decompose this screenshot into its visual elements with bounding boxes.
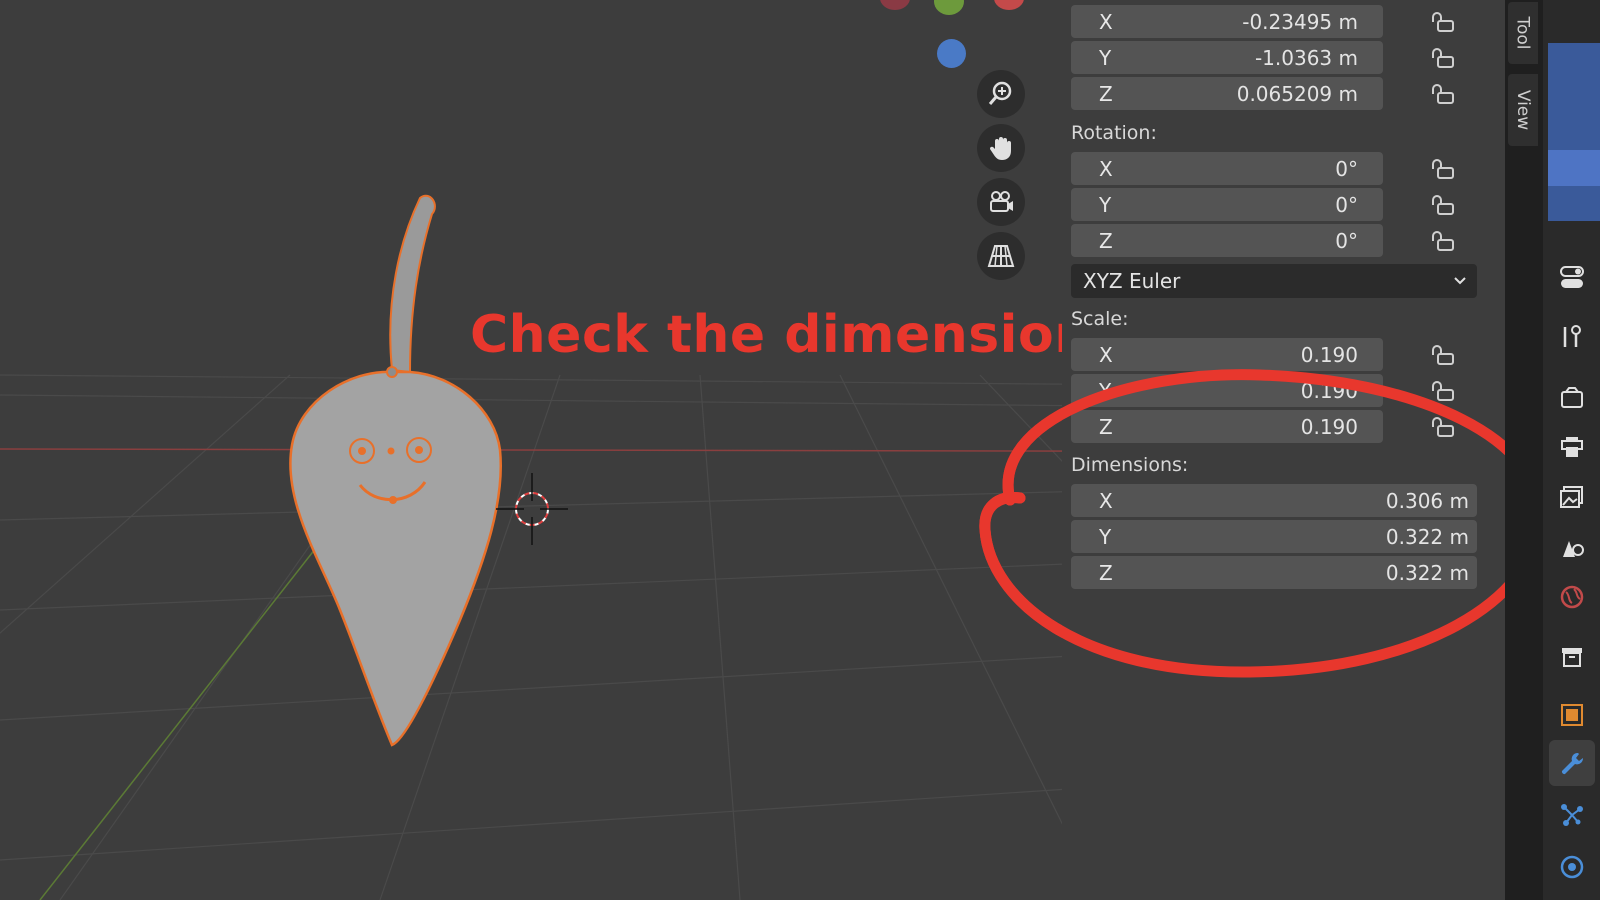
zoom-button[interactable] [977,70,1025,118]
field-value: 0° [1335,156,1358,181]
camera-view-button[interactable] [977,178,1025,226]
output-tab[interactable] [1557,432,1587,462]
field-label: Z [1099,81,1113,106]
field-label: Y [1099,45,1112,70]
field-label: Y [1099,378,1112,403]
rotation-x-field[interactable]: X 0° [1071,152,1383,185]
pepper-object [289,194,502,747]
wrench-icon [1561,752,1584,775]
scene-tab[interactable] [1557,532,1587,562]
field-value: 0.190 [1300,378,1358,403]
lock-icon[interactable] [1429,11,1455,33]
image-stack-icon [1560,486,1583,508]
field-value: 0.322 m [1385,524,1469,549]
scale-label: Scale: [1071,308,1129,330]
collection-tab[interactable] [1557,642,1587,672]
field-label: X [1099,156,1113,181]
pan-button[interactable] [977,124,1025,172]
tools-icon [1563,325,1581,347]
rotation-y-field[interactable]: Y 0° [1071,188,1383,221]
camera-icon [990,191,1013,212]
rotation-z-field[interactable]: Z 0° [1071,224,1383,257]
field-value: 0.190 [1300,414,1358,439]
lock-icon[interactable] [1429,47,1455,69]
physics-icon [1560,855,1584,879]
perspective-toggle-button[interactable] [977,232,1025,280]
properties-editor-tabs [1543,0,1600,900]
annotation-text: Check the dimensions [470,305,1124,365]
modifier-tab[interactable] [1557,748,1587,778]
gizmo-z-dot[interactable] [937,39,966,68]
scale-z-field[interactable]: Z 0.190 [1071,410,1383,443]
world-tab[interactable] [1557,582,1587,612]
grid-perspective-icon [987,245,1015,267]
lock-icon[interactable] [1429,83,1455,105]
tab-tool[interactable]: Tool [1508,2,1538,64]
box-icon [1562,648,1582,667]
field-value: 0.322 m [1385,560,1469,585]
field-label: Z [1099,560,1113,585]
lock-icon[interactable] [1429,158,1455,180]
render-tab[interactable] [1557,382,1587,412]
dimensions-label: Dimensions: [1071,454,1189,476]
particles-icon [1561,804,1583,826]
object-tab[interactable] [1557,700,1587,730]
transform-panel: X -0.23495 m Y -1.0363 m Z 0.065209 m Ro… [1062,0,1507,900]
dropdown-value: XYZ Euler [1083,269,1181,293]
field-value: 0.065209 m [1236,81,1358,106]
scale-y-field[interactable]: Y 0.190 [1071,374,1383,407]
rotation-label: Rotation: [1071,122,1157,144]
toggle-icon [1560,266,1584,288]
field-value: 0° [1335,228,1358,253]
lock-icon[interactable] [1429,194,1455,216]
scene-icon [1563,541,1584,557]
field-label: Y [1099,192,1112,217]
field-value: 0° [1335,192,1358,217]
tab-view[interactable]: View [1508,74,1538,146]
field-label: Z [1099,414,1113,439]
tab-label: Tool [1513,16,1533,50]
tab-label: View [1513,89,1533,131]
outliner-preview [1548,43,1600,221]
scale-x-field[interactable]: X 0.190 [1071,338,1383,371]
lock-icon[interactable] [1429,416,1455,438]
particles-tab[interactable] [1557,800,1587,830]
field-value: -1.0363 m [1254,45,1358,70]
printer-icon [1561,437,1583,457]
field-value: 0.306 m [1385,488,1469,513]
3d-cursor [496,473,568,545]
location-z-field[interactable]: Z 0.065209 m [1071,77,1383,110]
rotation-mode-dropdown[interactable]: XYZ Euler [1071,264,1477,298]
lock-icon[interactable] [1429,344,1455,366]
field-value: 0.190 [1300,342,1358,367]
dimensions-x-field[interactable]: X 0.306 m [1071,484,1477,517]
camera-back-icon [1561,387,1583,408]
zoom-icon [988,81,1012,105]
object-icon [1561,704,1583,726]
lock-icon[interactable] [1429,380,1455,402]
tool-tab[interactable] [1557,322,1587,352]
field-value: -0.23495 m [1242,9,1358,34]
world-icon [1560,585,1584,609]
physics-tab[interactable] [1557,852,1587,882]
sidebar-tab-strip: Tool View [1505,0,1543,900]
chevron-down-icon [1454,277,1466,285]
location-x-field[interactable]: X -0.23495 m [1071,5,1383,38]
dimensions-y-field[interactable]: Y 0.322 m [1071,520,1477,553]
field-label: X [1099,488,1113,513]
view-layer-tab[interactable] [1557,482,1587,512]
dimensions-z-field[interactable]: Z 0.322 m [1071,556,1477,589]
field-label: Z [1099,228,1113,253]
field-label: X [1099,342,1113,367]
hand-icon [989,137,1011,160]
tool-settings-tab[interactable] [1557,262,1587,292]
location-y-field[interactable]: Y -1.0363 m [1071,41,1383,74]
lock-icon[interactable] [1429,230,1455,252]
field-label: Y [1099,524,1112,549]
field-label: X [1099,9,1113,34]
